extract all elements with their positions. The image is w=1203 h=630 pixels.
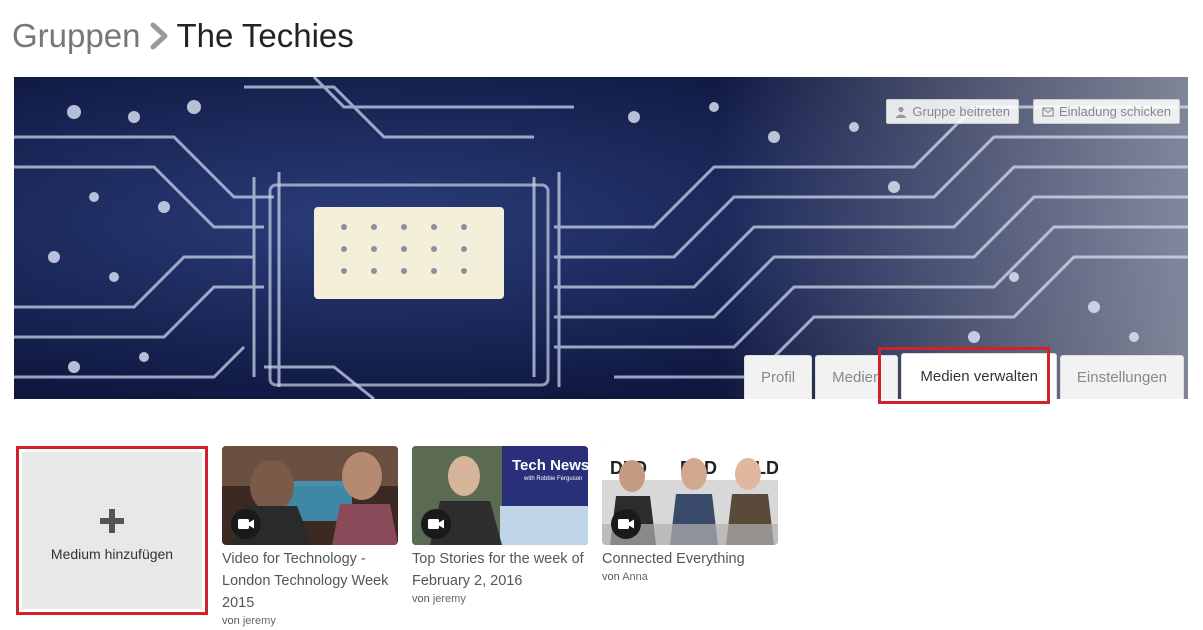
media-thumbnail[interactable]: Tech News with Robbie Ferguson xyxy=(412,446,588,545)
page-title: The Techies xyxy=(176,17,354,54)
send-invitation-button[interactable]: Einladung schicken xyxy=(1032,99,1180,124)
breadcrumb-parent-link[interactable]: Gruppen xyxy=(12,17,140,55)
media-grid: Medium hinzufügen Video for Technology -… xyxy=(16,446,778,629)
media-title[interactable]: Top Stories for the week of February 2, … xyxy=(412,548,588,592)
media-author: von jeremy xyxy=(412,592,588,607)
by-label: von xyxy=(602,571,620,583)
video-camera-icon xyxy=(611,509,641,539)
tab-manage-media[interactable]: Medien verwalten xyxy=(901,353,1057,399)
tab-profile[interactable]: Profil xyxy=(743,355,813,399)
breadcrumb: Gruppen The Techies xyxy=(12,14,354,58)
media-title[interactable]: Connected Everything xyxy=(602,548,778,570)
join-group-label: Gruppe beitreten xyxy=(912,104,1010,119)
circuit-board-image xyxy=(14,77,1188,399)
chevron-right-icon xyxy=(148,21,170,51)
group-cover-banner: Gruppe beitreten Einladung schicken Prof… xyxy=(14,77,1188,399)
author-link[interactable]: Anna xyxy=(622,571,648,583)
join-group-button[interactable]: Gruppe beitreten xyxy=(886,99,1019,124)
media-item[interactable]: Tech News with Robbie Ferguson Top Stori… xyxy=(412,446,588,629)
add-media-tile[interactable]: Medium hinzufügen xyxy=(16,446,208,615)
media-thumbnail[interactable] xyxy=(222,446,398,545)
author-link[interactable]: jeremy xyxy=(433,593,466,605)
user-icon xyxy=(896,106,907,118)
media-author: von Anna xyxy=(602,570,778,585)
group-tabs: Profil Medien Medien verwalten Einstellu… xyxy=(743,353,1184,399)
add-media-label: Medium hinzufügen xyxy=(50,545,174,562)
tab-settings[interactable]: Einstellungen xyxy=(1059,355,1184,399)
video-camera-icon xyxy=(421,509,451,539)
add-media-button[interactable]: Medium hinzufügen xyxy=(22,452,202,609)
plus-icon xyxy=(100,508,124,533)
media-thumbnail[interactable]: DLD DLD DLD xyxy=(602,446,778,545)
tech-news-logo-text: Tech News xyxy=(512,457,588,474)
video-camera-icon xyxy=(231,509,261,539)
group-actions: Gruppe beitreten Einladung schicken xyxy=(886,99,1180,124)
envelope-icon xyxy=(1042,106,1054,117)
media-item[interactable]: DLD DLD DLD Connected Everything von Ann… xyxy=(602,446,778,629)
author-link[interactable]: jeremy xyxy=(243,615,276,627)
send-invitation-label: Einladung schicken xyxy=(1058,104,1171,119)
by-label: von xyxy=(412,593,430,605)
tech-news-subtitle: with Robbie Ferguson xyxy=(523,476,582,482)
media-title[interactable]: Video for Technology - London Technology… xyxy=(222,548,398,614)
media-item[interactable]: Video for Technology - London Technology… xyxy=(222,446,398,629)
tab-media[interactable]: Medien xyxy=(815,355,899,399)
by-label: von xyxy=(222,615,240,627)
media-author: von jeremy xyxy=(222,614,398,629)
